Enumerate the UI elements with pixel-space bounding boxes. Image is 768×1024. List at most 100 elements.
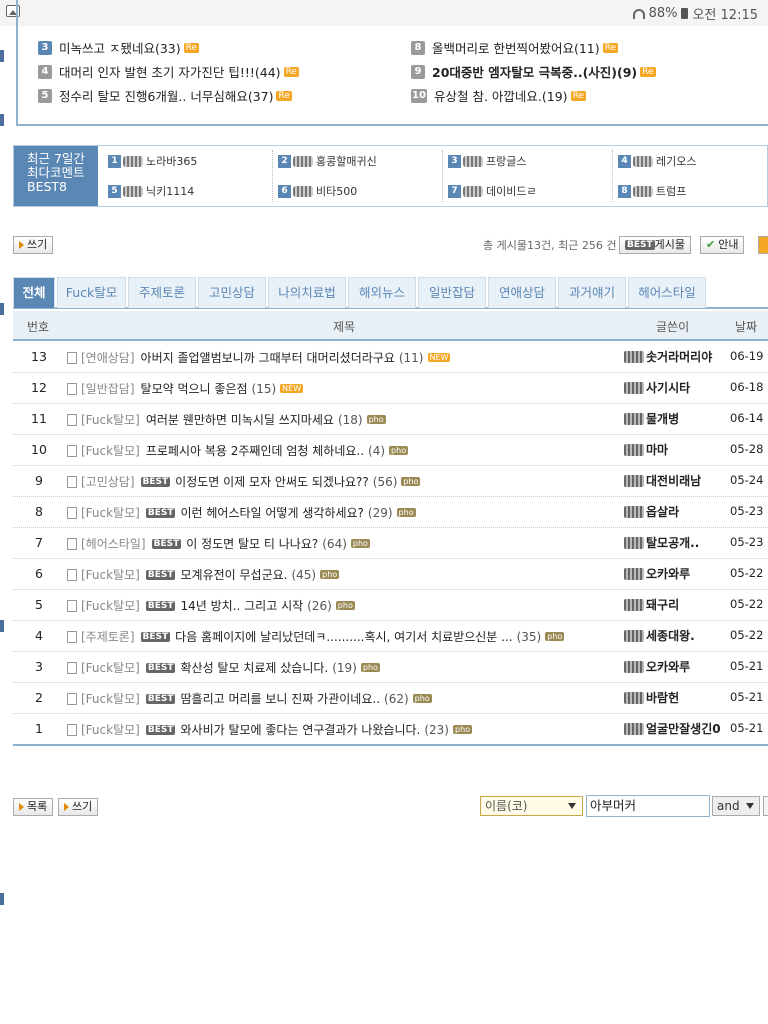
comment-count: (64) (322, 536, 347, 551)
row-author[interactable]: 물개병 (624, 410, 732, 427)
row-title-text[interactable]: 아버지 졸업앨범보니까 그때부터 대머리셨더라구요 (141, 349, 395, 366)
arrow-icon (64, 803, 69, 811)
extra-button[interactable] (758, 236, 768, 254)
best8-user[interactable]: 6 비타500 (278, 183, 357, 199)
row-title[interactable]: [Fuck탈모] BEST 확산성 탈모 치료제 샀습니다. (19) pho (67, 659, 380, 676)
list-button[interactable]: 목록 (13, 798, 54, 816)
document-icon (67, 599, 77, 612)
row-title[interactable]: [연애상담] 아버지 졸업앨범보니까 그때부터 대머리셨더라구요 (11) NEW (67, 349, 451, 366)
row-title-text[interactable]: 모계유전이 무섭군요. (180, 566, 287, 583)
row-author[interactable]: 돼구리 (624, 596, 732, 613)
search-input[interactable]: 아부머커 (586, 795, 710, 817)
table-row[interactable]: 7 [헤어스타일] BEST 이 정도면 탈모 티 나나요? (64) pho 탈모공개..… (13, 528, 768, 559)
row-title[interactable]: [일반잡담] 탈모약 먹으니 좋은점 (15) NEW (67, 380, 304, 397)
row-title[interactable]: [Fuck탈모] BEST 와사비가 탈모에 좋다는 연구결과가 나왔습니다. (23… (67, 721, 473, 738)
best8-user[interactable]: 4 레기오스 (618, 153, 696, 169)
best8-user[interactable]: 5 닉키1114 (108, 183, 194, 199)
comment-count: (45) (291, 567, 317, 582)
table-row[interactable]: 10 [Fuck탈모] 프로페시아 복용 2주째인데 엄청 체하네요.. (4) pho… (13, 435, 768, 466)
row-author[interactable]: 오카와루 (624, 565, 732, 582)
photo-badge: pho (412, 694, 432, 703)
table-row[interactable]: 12 [일반잡담] 탈모약 먹으니 좋은점 (15) NEW 사기시타 06-18 (13, 373, 768, 404)
edge-marker (0, 50, 4, 62)
comment-count: (23) (424, 722, 449, 737)
row-title-text[interactable]: 확산성 탈모 치료제 샀습니다. (180, 659, 328, 676)
popular-post[interactable]: 10 유상철 참. 아깝네요.(19) Re (411, 86, 586, 105)
table-row[interactable]: 8 [Fuck탈모] BEST 이런 헤어스타일 어떻게 생각하세요? (29) pho 옵… (13, 497, 768, 528)
row-title[interactable]: [고민상담] BEST 이정도면 이제 모자 안써도 되겠나요?? (56) pho (67, 473, 421, 490)
popular-post[interactable]: 3 미녹쓰고 ㅈ됐네요(33) Re (38, 38, 200, 57)
table-bottom-line (13, 744, 768, 746)
row-author[interactable]: 오카와루 (624, 658, 732, 675)
tab-news[interactable]: 해외뉴스 (348, 277, 416, 308)
row-title-text[interactable]: 14년 방치.. 그리고 시작 (180, 597, 303, 614)
table-row[interactable]: 6 [Fuck탈모] BEST 모계유전이 무섭군요. (45) pho 오카와루 05-22 (13, 559, 768, 590)
write-button[interactable]: 쓰기 (13, 236, 54, 254)
tab-past[interactable]: 과거얘기 (558, 277, 626, 308)
best8-user[interactable]: 7 데이비드ㄹ (448, 183, 537, 199)
row-author[interactable]: 솟거라머리야 (624, 348, 732, 365)
tab-hairstyle[interactable]: 헤어스타일 (628, 277, 706, 308)
row-title[interactable]: [헤어스타일] BEST 이 정도면 탈모 티 나나요? (64) pho (67, 535, 370, 552)
popular-post[interactable]: 4 대머리 인자 발현 초기 자가진단 팁!!!(44) Re (38, 62, 299, 81)
row-author[interactable]: 세종대왕. (624, 627, 732, 644)
row-title[interactable]: [Fuck탈모] BEST 땀흘리고 머리를 보니 진짜 가관이네요.. (62) ph… (67, 690, 432, 707)
row-author[interactable]: 사기시타 (624, 379, 732, 396)
best8-user[interactable]: 1 노라바365 (108, 153, 197, 169)
row-title-text[interactable]: 여러분 웬만하면 미녹시딜 쓰지마세요 (146, 411, 334, 428)
table-row[interactable]: 13 [연애상담] 아버지 졸업앨범보니까 그때부터 대머리셨더라구요 (11) NEW… (13, 342, 768, 373)
best8-user[interactable]: 8 트럼프 (618, 183, 686, 199)
row-title-text[interactable]: 이정도면 이제 모자 안써도 되겠나요?? (175, 473, 369, 490)
search-field-select[interactable]: 이름(코) (480, 796, 583, 816)
guide-button[interactable]: ✔ 안내 (700, 236, 745, 254)
tab-topic[interactable]: 주제토론 (128, 277, 196, 308)
table-row[interactable]: 9 [고민상담] BEST 이정도면 이제 모자 안써도 되겠나요?? (56) pho 대… (13, 466, 768, 497)
row-title[interactable]: [주제토론] BEST 다음 홈페이지에 날리났던데ㅋ..........혹시, 여… (67, 628, 565, 645)
edge-marker (0, 303, 4, 315)
row-title[interactable]: [Fuck탈모] 여러분 웬만하면 미녹시딜 쓰지마세요 (18) pho (67, 411, 386, 428)
table-row[interactable]: 3 [Fuck탈모] BEST 확산성 탈모 치료제 샀습니다. (19) pho 오카와루… (13, 652, 768, 683)
row-title[interactable]: [Fuck탈모] BEST 이런 헤어스타일 어떻게 생각하세요? (29) pho (67, 504, 416, 521)
tab-chat[interactable]: 일반잡담 (418, 277, 486, 308)
row-title-text[interactable]: 땀흘리고 머리를 보니 진짜 가관이네요.. (180, 690, 380, 707)
row-author[interactable]: 마마 (624, 441, 732, 458)
row-date: 06-18 (730, 380, 764, 394)
row-author[interactable]: 탈모공개.. (624, 534, 732, 551)
row-author[interactable]: 얼굴만잘생긴0 (624, 720, 732, 737)
tab-all[interactable]: 전체 (13, 277, 55, 308)
popular-post[interactable]: 9 20대중반 엠자탈모 극복중..(사진)(9) Re (411, 62, 656, 81)
popular-post[interactable]: 5 정수리 탈모 진행6개월.. 너무심해요(37) Re (38, 86, 292, 105)
write-button-bottom[interactable]: 쓰기 (58, 798, 99, 816)
tab-counsel[interactable]: 고민상담 (198, 277, 266, 308)
row-title[interactable]: [Fuck탈모] BEST 14년 방치.. 그리고 시작 (26) pho (67, 597, 355, 614)
tab-love[interactable]: 연애상담 (488, 277, 556, 308)
best8-user[interactable]: 2 홍콩할매귀신 (278, 153, 377, 169)
rank-icon (624, 350, 644, 363)
row-author[interactable]: 옵살라 (624, 503, 732, 520)
row-number: 9 (35, 473, 43, 488)
row-title-text[interactable]: 다음 홈페이지에 날리났던데ㅋ..........혹시, 여기서 치료받으신분 … (175, 628, 512, 645)
tab-fuck[interactable]: Fuck탈모 (57, 277, 126, 308)
table-row[interactable]: 5 [Fuck탈모] BEST 14년 방치.. 그리고 시작 (26) pho 돼구리 05… (13, 590, 768, 621)
table-row[interactable]: 4 [주제토론] BEST 다음 홈페이지에 날리났던데ㅋ..........혹시, … (13, 621, 768, 652)
row-date: 05-22 (730, 628, 764, 642)
comment-count: (35) (516, 629, 542, 644)
table-row[interactable]: 11 [Fuck탈모] 여러분 웬만하면 미녹시딜 쓰지마세요 (18) pho 물개병 0… (13, 404, 768, 435)
row-title-text[interactable]: 이 정도면 탈모 티 나나요? (186, 535, 318, 552)
table-row[interactable]: 1 [Fuck탈모] BEST 와사비가 탈모에 좋다는 연구결과가 나왔습니다. (2… (13, 714, 768, 745)
popular-post[interactable]: 8 올백머리로 한번찍어봤어요(11) Re (411, 38, 619, 57)
tab-treatment[interactable]: 나의치료법 (268, 277, 346, 308)
row-title[interactable]: [Fuck탈모] 프로페시아 복용 2주째인데 엄청 체하네요.. (4) pho (67, 442, 409, 459)
row-author[interactable]: 대전비래남 (624, 472, 732, 489)
best8-user[interactable]: 3 프랑글스 (448, 153, 526, 169)
row-author[interactable]: 바람헌 (624, 689, 732, 706)
search-operator-select[interactable]: and (712, 796, 760, 816)
row-title-text[interactable]: 프로페시아 복용 2주째인데 엄청 체하네요.. (146, 442, 364, 459)
row-title-text[interactable]: 이런 헤어스타일 어떻게 생각하세요? (180, 504, 363, 521)
row-title-text[interactable]: 와사비가 탈모에 좋다는 연구결과가 나왔습니다. (180, 721, 420, 738)
row-title-text[interactable]: 탈모약 먹으니 좋은점 (141, 380, 248, 397)
best-posts-button[interactable]: BEST 게시물 (619, 236, 692, 254)
table-row[interactable]: 2 [Fuck탈모] BEST 땀흘리고 머리를 보니 진짜 가관이네요.. (62) p… (13, 683, 768, 714)
row-title[interactable]: [Fuck탈모] BEST 모계유전이 무섭군요. (45) pho (67, 566, 340, 583)
search-button[interactable] (763, 796, 768, 816)
